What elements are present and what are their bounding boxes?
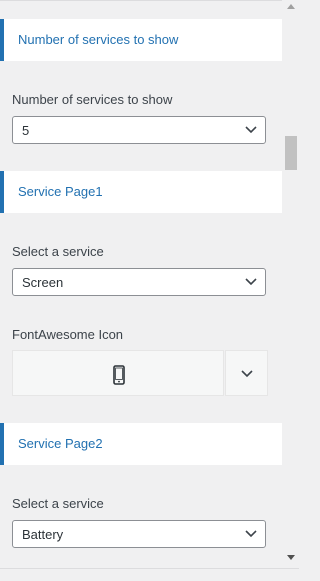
number-of-services-select[interactable]: 5: [12, 116, 266, 144]
fontawesome-icon-label: FontAwesome Icon: [12, 327, 124, 342]
chevron-down-icon: [245, 530, 257, 538]
icon-picker-toggle-button[interactable]: [225, 350, 268, 396]
section-header-title: Service Page1: [18, 184, 103, 199]
top-divider: [0, 0, 282, 1]
icon-preview[interactable]: [12, 350, 224, 396]
scroll-thumb[interactable]: [285, 136, 297, 170]
vertical-scrollbar[interactable]: [283, 0, 299, 568]
select-service-label: Select a service: [12, 244, 104, 259]
customizer-panel: Number of services to show Number of ser…: [0, 0, 282, 568]
service-page2-select[interactable]: Battery: [12, 520, 266, 548]
mobile-phone-icon: [113, 365, 125, 385]
section-header-service-page2[interactable]: Service Page2: [0, 423, 282, 465]
select-value: Battery: [22, 527, 64, 542]
section-header-number-of-services[interactable]: Number of services to show: [0, 19, 282, 61]
number-of-services-label: Number of services to show: [12, 92, 173, 107]
section-header-title: Service Page2: [18, 436, 103, 451]
service-page1-select[interactable]: Screen: [12, 268, 266, 296]
chevron-down-icon: [245, 278, 257, 286]
select-value: Screen: [22, 275, 64, 290]
select-value: 5: [22, 123, 30, 138]
chevron-down-icon: [245, 126, 257, 134]
scroll-down-arrow-icon[interactable]: [287, 555, 295, 560]
bottom-bar: [0, 568, 299, 581]
fontawesome-icon-picker[interactable]: [12, 350, 268, 396]
chevron-down-icon: [241, 370, 253, 378]
section-header-title: Number of services to show: [18, 32, 179, 47]
select-service-label: Select a service: [12, 496, 104, 511]
section-header-service-page1[interactable]: Service Page1: [0, 171, 282, 213]
scroll-up-arrow-icon[interactable]: [287, 4, 295, 9]
